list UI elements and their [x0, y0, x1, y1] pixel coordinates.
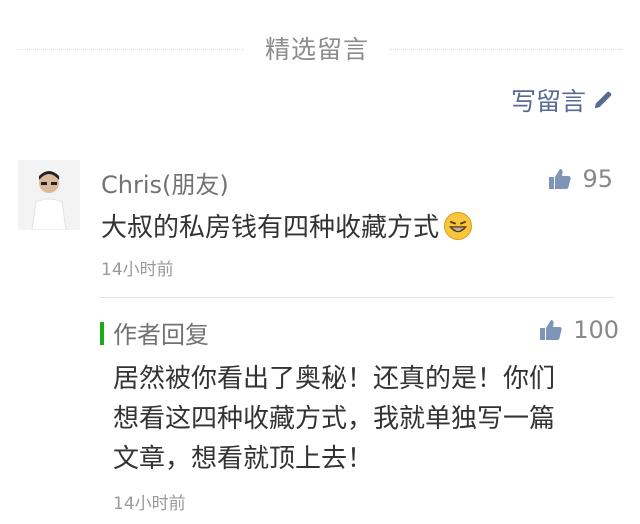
comment-time: 14小时前: [101, 260, 174, 280]
pencil-icon: [594, 91, 612, 109]
reply-like-button[interactable]: 100: [539, 316, 619, 344]
grinning-emoji-icon: [444, 211, 473, 240]
comment-like-count: 95: [582, 165, 613, 193]
divider-left: [18, 49, 244, 50]
section-header: 精选留言: [18, 22, 622, 68]
comment-item: Chris(朋友) 95 大叔的私房钱有四种收藏方式 14小时前: [18, 160, 622, 290]
reply-text: 居然被你看出了奥秘！还真的是！你们 想看这四种收藏方式，我就单独写一篇 文章，想…: [113, 359, 613, 479]
comment-text-line: 大叔的私房钱有四种收藏方式: [101, 207, 473, 244]
thumbs-up-icon: [549, 169, 572, 189]
reply-text-line: 文章，想看就顶上去！: [113, 444, 374, 474]
comment-text: 大叔的私房钱有四种收藏方式: [101, 213, 440, 243]
comment-nickname[interactable]: Chris(朋友): [101, 165, 229, 200]
reply-text-line: 想看这四种收藏方式，我就单独写一篇: [113, 404, 556, 434]
author-reply: 作者回复 100 居然被你看出了奥秘！还真的是！你们 想看这四种收藏方式，我就单…: [100, 313, 622, 514]
reply-label: 作者回复: [113, 321, 209, 349]
comment-like-button[interactable]: 95: [548, 165, 613, 193]
reply-text-line: 居然被你看出了奥秘！还真的是！你们: [113, 364, 556, 394]
write-comment-button[interactable]: 写留言: [511, 82, 614, 118]
avatar[interactable]: [18, 160, 80, 230]
write-comment-label: 写留言: [510, 87, 586, 116]
reply-accent-bar: [100, 322, 104, 345]
reply-time: 14小时前: [113, 494, 186, 514]
reply-like-count: 100: [573, 316, 619, 344]
divider-right: [390, 49, 622, 50]
thumbs-up-icon: [540, 320, 562, 340]
reply-divider: [100, 297, 614, 298]
section-title: 精选留言: [264, 35, 369, 64]
